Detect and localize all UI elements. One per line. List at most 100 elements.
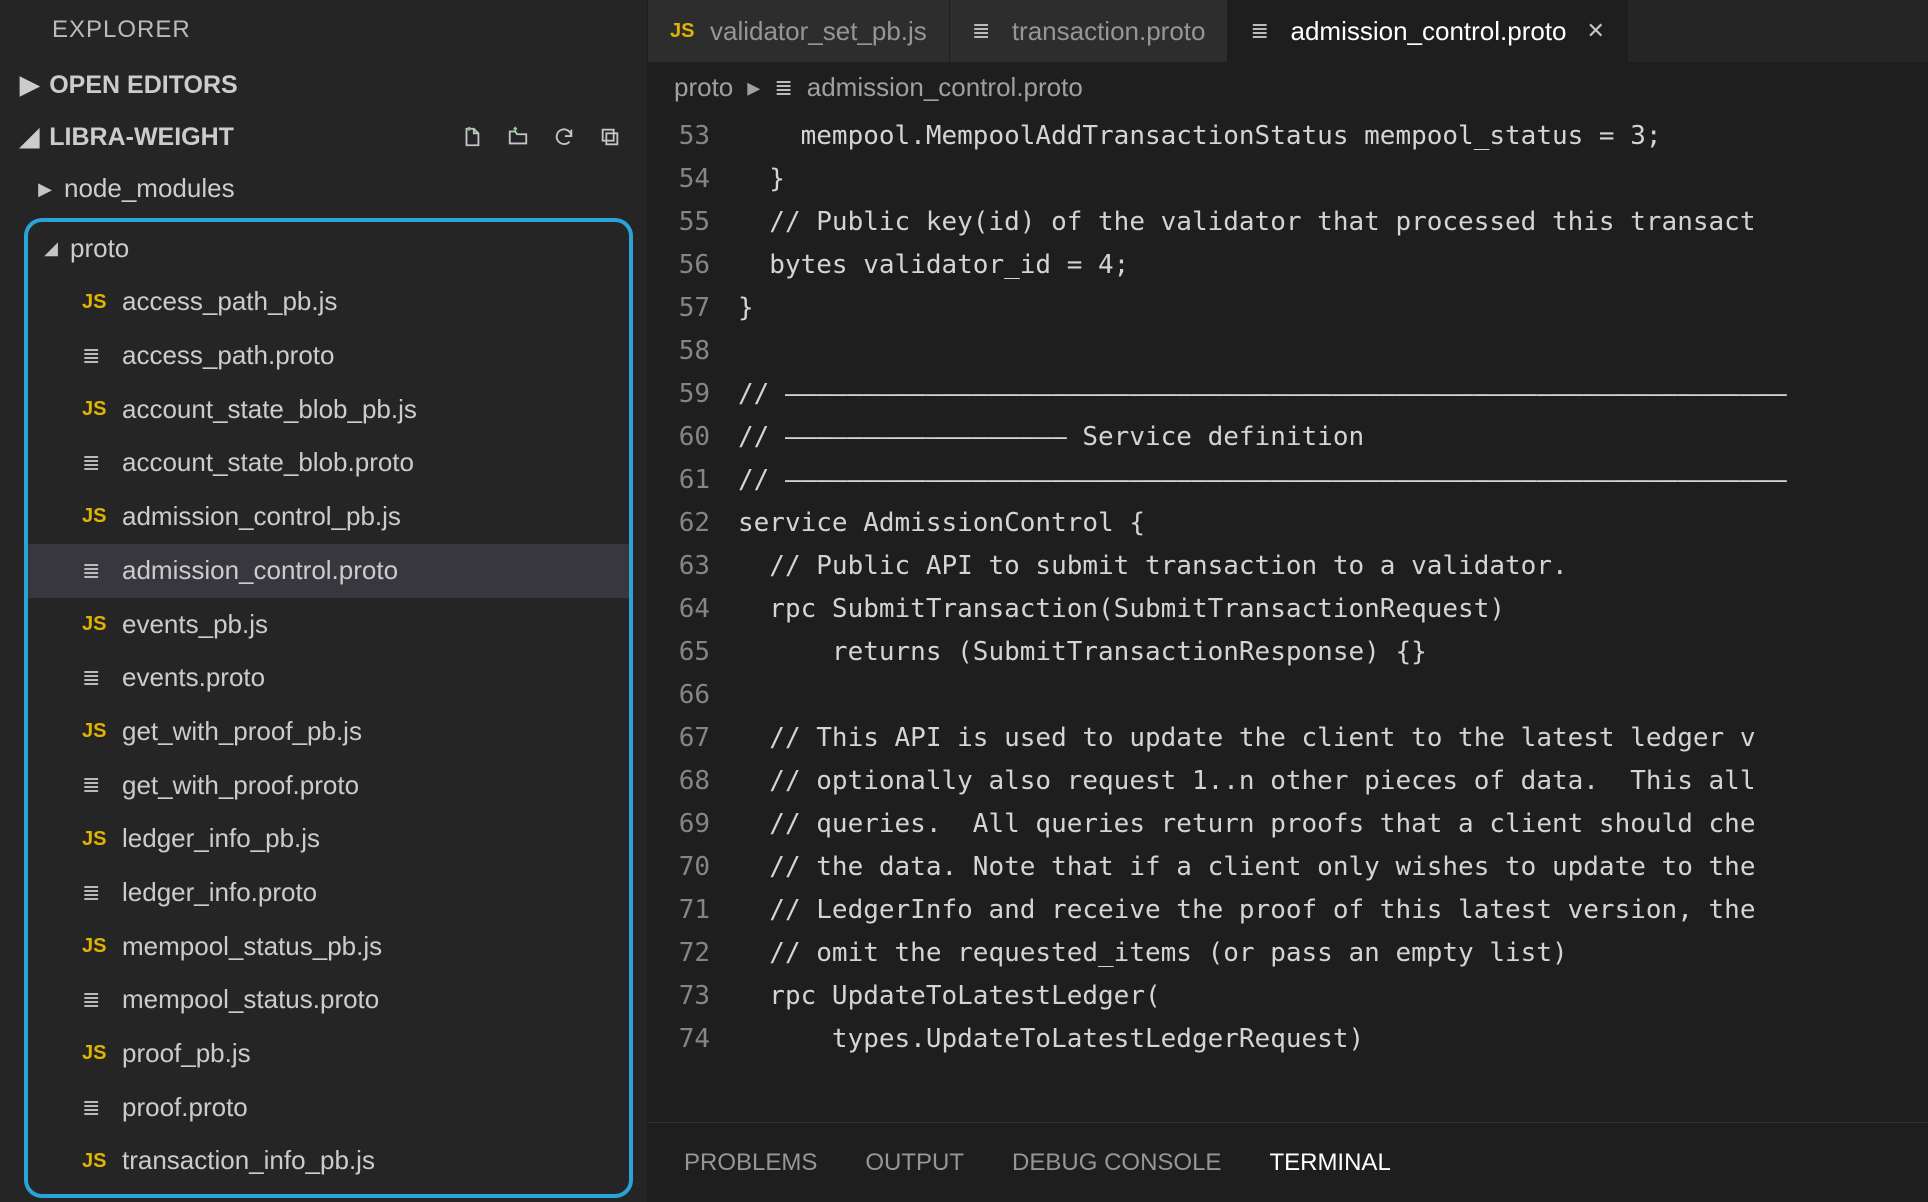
file-item[interactable]: ≣ admission_control.proto: [28, 544, 629, 598]
code-content[interactable]: mempool.MempoolAddTransactionStatus memp…: [738, 113, 1928, 1122]
folder-node-modules[interactable]: ▶ node_modules: [0, 162, 647, 216]
file-name-label: events_pb.js: [122, 606, 268, 644]
editor-tab[interactable]: ≣ transaction.proto: [950, 0, 1229, 62]
code-line: // LedgerInfo and receive the proof of t…: [738, 889, 1928, 932]
file-name-label: account_state_blob.proto: [122, 444, 414, 482]
panel-tab-debug-console[interactable]: DEBUG CONSOLE: [1012, 1149, 1221, 1177]
file-item[interactable]: ≣events.proto: [28, 651, 629, 705]
line-number: 54: [648, 158, 710, 201]
js-file-icon: JS: [82, 1039, 110, 1068]
refresh-icon[interactable]: [551, 124, 577, 150]
line-number: 57: [648, 287, 710, 330]
file-item[interactable]: JSproof_pb.js: [28, 1027, 629, 1081]
proto-file-icon: ≣: [82, 769, 110, 801]
file-name-label: proof.proto: [122, 1089, 248, 1127]
editor-tab[interactable]: ≣ admission_control.proto ✕: [1228, 0, 1627, 62]
proto-file-icon: ≣: [1250, 18, 1278, 44]
project-name: LIBRA-WEIGHT: [49, 123, 234, 152]
file-name-label: admission_control.proto: [122, 552, 398, 590]
file-item[interactable]: JSmempool_status_pb.js: [28, 920, 629, 974]
code-line: [738, 330, 1928, 373]
line-number: 74: [648, 1018, 710, 1061]
tab-label: admission_control.proto: [1290, 16, 1566, 47]
line-number: 72: [648, 932, 710, 975]
file-item[interactable]: ≣ account_state_blob.proto: [28, 436, 629, 490]
folder-label: node_modules: [64, 170, 235, 208]
file-item[interactable]: ≣access_path.proto: [28, 329, 629, 383]
file-item[interactable]: ≣ledger_info.proto: [28, 866, 629, 920]
proto-file-icon: ≣: [82, 662, 110, 694]
breadcrumb[interactable]: proto ▸ ≣ admission_control.proto: [648, 62, 1928, 113]
file-item[interactable]: JSledger_info_pb.js: [28, 812, 629, 866]
code-line: returns (SubmitTransactionResponse) {}: [738, 631, 1928, 674]
chevron-down-icon: ◢: [20, 122, 39, 152]
line-number: 69: [648, 803, 710, 846]
panel-tab-output[interactable]: OUTPUT: [865, 1149, 964, 1177]
collapse-all-icon[interactable]: [597, 124, 623, 150]
code-line: types.UpdateToLatestLedgerRequest): [738, 1018, 1928, 1061]
open-editors-section[interactable]: ▶ OPEN EDITORS: [0, 58, 647, 112]
js-file-icon: JS: [82, 825, 110, 854]
breadcrumb-seg-folder: proto: [674, 72, 733, 103]
panel-tab-problems[interactable]: PROBLEMS: [684, 1149, 817, 1177]
line-number: 71: [648, 889, 710, 932]
file-item[interactable]: ≣mempool_status.proto: [28, 973, 629, 1027]
code-line: // queries. All queries return proofs th…: [738, 803, 1928, 846]
explorer-sidebar: EXPLORER ▶ OPEN EDITORS ◢ LIBRA-WEIGHT ▶…: [0, 0, 648, 1202]
file-name-label: mempool_status_pb.js: [122, 928, 382, 966]
line-number: 64: [648, 588, 710, 631]
tab-label: transaction.proto: [1012, 16, 1206, 47]
file-item[interactable]: JS get_with_proof_pb.js: [28, 705, 629, 759]
code-line: }: [738, 158, 1928, 201]
project-header[interactable]: ◢ LIBRA-WEIGHT: [0, 112, 647, 162]
file-name-label: access_path.proto: [122, 337, 334, 375]
file-name-label: mempool_status.proto: [122, 981, 379, 1019]
line-number: 58: [648, 330, 710, 373]
code-line: [738, 674, 1928, 717]
line-number: 53: [648, 115, 710, 158]
file-item[interactable]: JStransaction_info_pb.js: [28, 1134, 629, 1188]
file-tree: ▶ node_modules ◢ proto JS access_path_pb.…: [0, 162, 647, 1202]
chevron-right-icon: ▸: [747, 72, 760, 103]
chevron-right-icon: ▶: [20, 70, 39, 100]
proto-file-icon: ≣: [82, 447, 110, 479]
file-name-label: access_path_pb.js: [122, 283, 337, 321]
proto-file-icon: ≣: [972, 18, 1000, 44]
code-editor[interactable]: 5354555657585960616263646566676869707172…: [648, 113, 1928, 1122]
code-line: // omit the requested_items (or pass an …: [738, 932, 1928, 975]
file-item[interactable]: JSadmission_control_pb.js: [28, 490, 629, 544]
file-item[interactable]: JS access_path_pb.js: [28, 275, 629, 329]
close-icon[interactable]: ✕: [1587, 18, 1605, 44]
file-name-label: get_with_proof_pb.js: [122, 713, 362, 751]
code-line: rpc SubmitTransaction(SubmitTransactionR…: [738, 588, 1928, 631]
folder-proto[interactable]: ◢ proto: [28, 222, 629, 276]
file-item[interactable]: ≣get_with_proof.proto: [28, 759, 629, 813]
proto-file-icon: ≣: [82, 555, 110, 587]
tab-label: validator_set_pb.js: [710, 16, 927, 47]
chevron-right-icon: ▶: [38, 176, 52, 202]
editor-main: JSvalidator_set_pb.js≣transaction.proto≣…: [648, 0, 1928, 1202]
line-number: 68: [648, 760, 710, 803]
file-item[interactable]: ≣proof.proto: [28, 1081, 629, 1135]
file-name-label: admission_control_pb.js: [122, 498, 401, 536]
line-number: 67: [648, 717, 710, 760]
js-file-icon: JS: [82, 288, 110, 317]
js-file-icon: JS: [82, 717, 110, 746]
new-folder-icon[interactable]: [505, 124, 531, 150]
code-line: // —————————————————————————————————————…: [738, 459, 1928, 502]
code-line: }: [738, 287, 1928, 330]
file-item[interactable]: JSevents_pb.js: [28, 598, 629, 652]
line-number: 63: [648, 545, 710, 588]
file-item[interactable]: JSaccount_state_blob_pb.js: [28, 383, 629, 437]
code-line: // This API is used to update the client…: [738, 717, 1928, 760]
bottom-panel: PROBLEMS OUTPUT DEBUG CONSOLE TERMINAL: [648, 1122, 1928, 1202]
file-name-label: ledger_info.proto: [122, 874, 317, 912]
proto-folder-highlight: ◢ proto JSaccess_path_pb.js≣access_path.…: [24, 218, 633, 1198]
file-name-label: transaction_info_pb.js: [122, 1142, 375, 1180]
code-line: // Public API to submit transaction to a…: [738, 545, 1928, 588]
editor-tab[interactable]: JSvalidator_set_pb.js: [648, 0, 950, 62]
chevron-down-icon: ◢: [44, 235, 58, 261]
new-file-icon[interactable]: [459, 124, 485, 150]
js-file-icon: JS: [82, 395, 110, 424]
panel-tab-terminal[interactable]: TERMINAL: [1269, 1149, 1390, 1177]
